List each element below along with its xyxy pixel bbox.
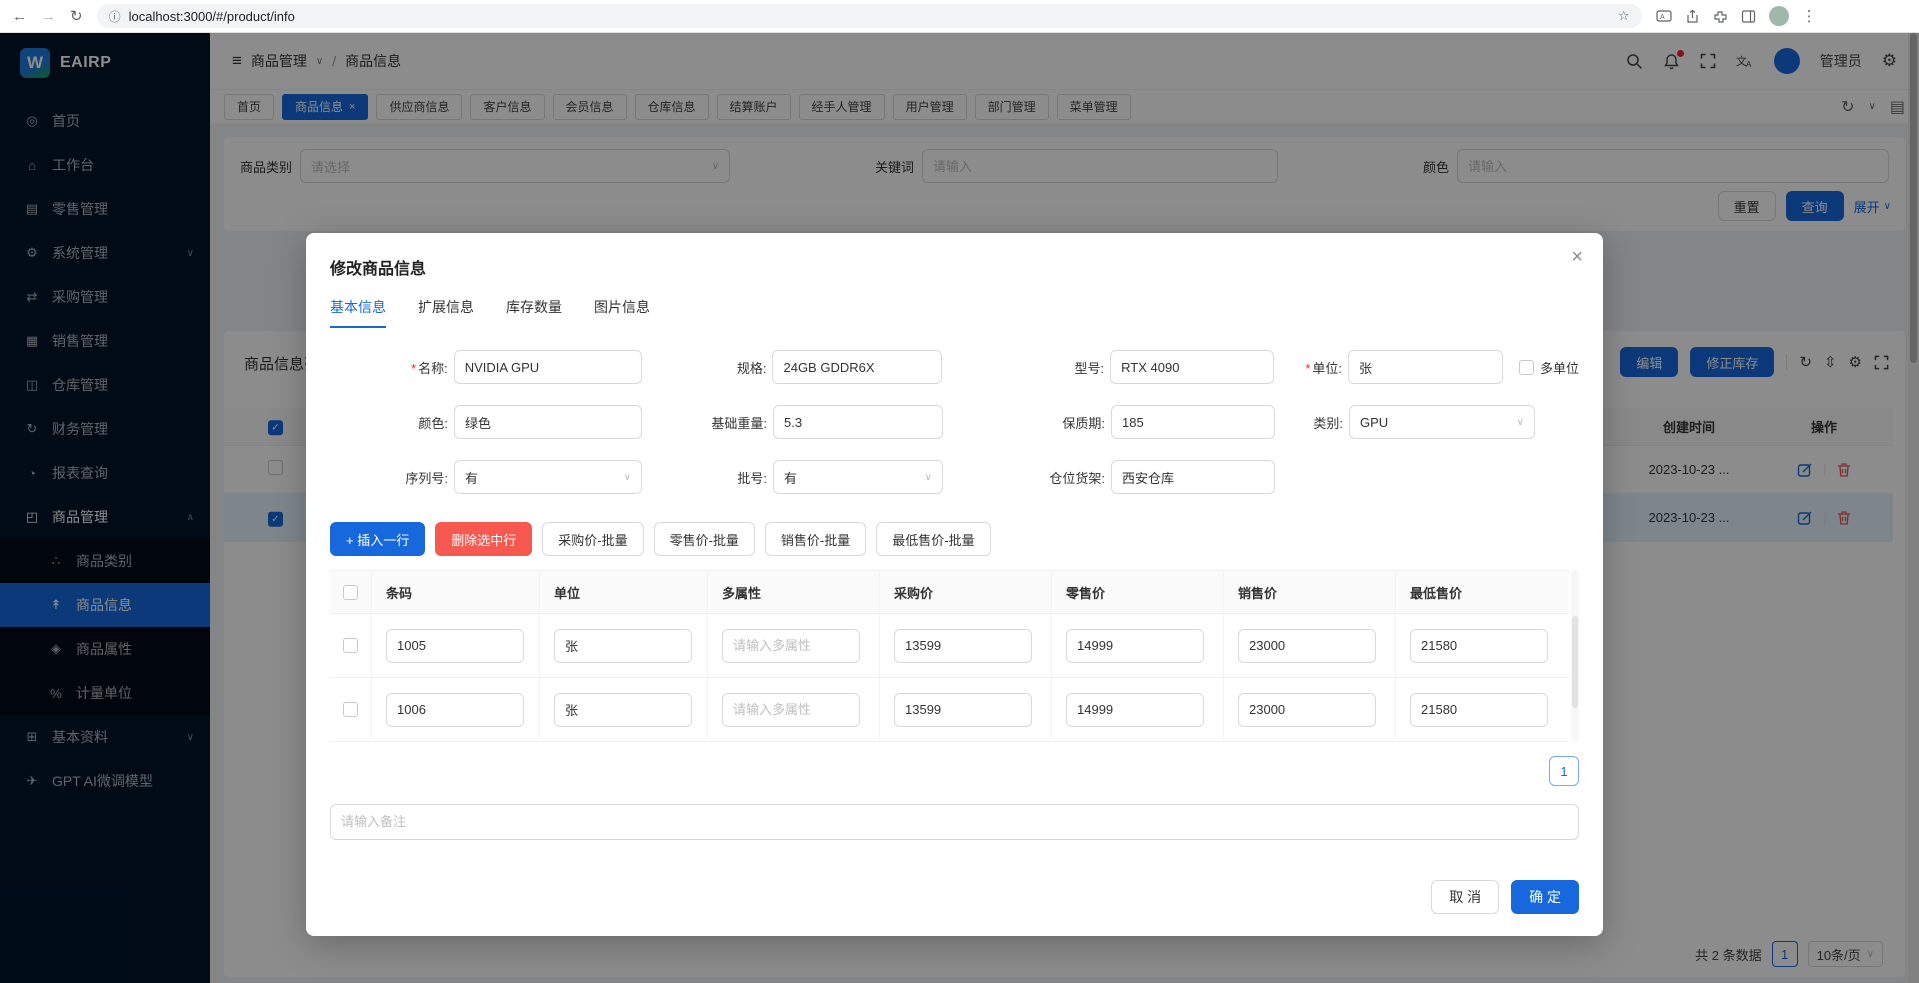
url-text: localhost:3000/#/product/info <box>129 9 295 24</box>
table-row <box>330 614 1569 678</box>
min-price-input[interactable] <box>1410 629 1548 663</box>
name-label: 名称: <box>418 361 448 376</box>
multi-attr-input[interactable] <box>722 693 860 727</box>
tab-basic-info[interactable]: 基本信息 <box>330 297 386 328</box>
sale-price-input[interactable] <box>1238 629 1376 663</box>
color-label: 颜色: <box>330 413 454 432</box>
table-row <box>330 678 1569 742</box>
color-input[interactable] <box>454 405 642 439</box>
serial-select[interactable]: 有∨ <box>454 460 642 494</box>
svg-text:A: A <box>1660 14 1665 21</box>
scrollbar-thumb[interactable] <box>1572 616 1578 708</box>
required-mark: * <box>411 361 416 376</box>
row-checkbox[interactable] <box>343 638 358 653</box>
weight-input[interactable] <box>773 405 943 439</box>
translate-icon[interactable]: A <box>1656 8 1672 24</box>
purchase-batch-button[interactable]: 采购价-批量 <box>542 522 643 556</box>
min-price-input[interactable] <box>1410 693 1548 727</box>
remark-textarea[interactable] <box>330 804 1579 840</box>
retail-price-input[interactable] <box>1066 693 1204 727</box>
spec-input[interactable] <box>772 350 942 384</box>
edit-product-modal: × 修改商品信息 基本信息 扩展信息 库存数量 图片信息 *名称: 规格: 型号… <box>306 233 1603 936</box>
multi-unit-checkbox[interactable] <box>1519 360 1534 375</box>
min-price-batch-button[interactable]: 最低售价-批量 <box>876 522 990 556</box>
tab-extended-info[interactable]: 扩展信息 <box>418 297 474 328</box>
table-scrollbar[interactable] <box>1571 570 1579 742</box>
modal-page-number-button[interactable]: 1 <box>1549 756 1579 786</box>
shelf-life-label: 保质期: <box>943 413 1111 432</box>
cancel-button[interactable]: 取 消 <box>1431 880 1499 914</box>
unit-input[interactable] <box>554 693 692 727</box>
delete-selected-button[interactable]: 删除选中行 <box>435 522 532 556</box>
barcode-input[interactable] <box>386 693 524 727</box>
chevron-down-icon: ∨ <box>925 472 932 483</box>
bookmark-star-icon[interactable]: ☆ <box>1618 8 1630 24</box>
category-select[interactable]: GPU∨ <box>1349 405 1535 439</box>
shelf-life-input[interactable] <box>1111 405 1275 439</box>
extensions-icon[interactable] <box>1713 9 1728 24</box>
insert-row-button[interactable]: + 插入一行 <box>330 522 425 556</box>
browser-reload-icon[interactable]: ↻ <box>70 7 83 25</box>
category-label: 类别: <box>1275 413 1349 432</box>
retail-batch-button[interactable]: 零售价-批量 <box>654 522 755 556</box>
address-bar[interactable]: ⓘ localhost:3000/#/product/info ☆ <box>97 4 1642 28</box>
purchase-column-header: 采购价 <box>880 571 1052 613</box>
site-info-icon[interactable]: ⓘ <box>109 8 121 25</box>
multi-attr-input[interactable] <box>722 629 860 663</box>
model-input[interactable] <box>1110 350 1274 384</box>
row-toolbar: + 插入一行 删除选中行 采购价-批量 零售价-批量 销售价-批量 最低售价-批… <box>330 522 1579 556</box>
sale-batch-button[interactable]: 销售价-批量 <box>765 522 866 556</box>
tab-stock-qty[interactable]: 库存数量 <box>506 297 562 328</box>
serial-label: 序列号: <box>330 468 454 487</box>
sale-column-header: 销售价 <box>1224 571 1396 613</box>
retail-column-header: 零售价 <box>1052 571 1224 613</box>
product-form: *名称: 规格: 型号: *单位: 多单位 颜色: 基础重量: 保质期: 类别:… <box>330 350 1579 494</box>
weight-label: 基础重量: <box>642 413 773 432</box>
unit-input[interactable] <box>1348 350 1503 384</box>
unit-label: 单位: <box>1312 361 1342 376</box>
attr-column-header: 多属性 <box>708 571 880 613</box>
batch-label: 批号: <box>642 468 773 487</box>
barcode-column-header: 条码 <box>372 571 540 613</box>
required-mark: * <box>1305 361 1310 376</box>
purchase-price-input[interactable] <box>894 693 1032 727</box>
spec-label: 规格: <box>642 358 773 377</box>
barcode-input[interactable] <box>386 629 524 663</box>
modal-close-icon[interactable]: × <box>1571 247 1583 267</box>
modal-title: 修改商品信息 <box>330 255 1579 279</box>
browser-profile-avatar[interactable] <box>1769 6 1789 26</box>
name-input[interactable] <box>454 350 642 384</box>
rack-input[interactable] <box>1111 460 1275 494</box>
side-panel-icon[interactable] <box>1741 9 1756 24</box>
tab-image-info[interactable]: 图片信息 <box>594 297 650 328</box>
purchase-price-input[interactable] <box>894 629 1032 663</box>
model-label: 型号: <box>942 358 1110 377</box>
min-price-column-header: 最低售价 <box>1396 571 1569 613</box>
browser-menu-dots-icon[interactable]: ⋮ <box>1802 7 1817 25</box>
sale-price-input[interactable] <box>1238 693 1376 727</box>
browser-back-icon[interactable]: ← <box>12 8 27 25</box>
unit-column-header: 单位 <box>540 571 708 613</box>
browser-toolbar: ← → ↻ ⓘ localhost:3000/#/product/info ☆ … <box>0 0 1919 33</box>
rack-label: 仓位货架: <box>943 468 1111 487</box>
retail-price-input[interactable] <box>1066 629 1204 663</box>
sku-table-header: 条码 单位 多属性 采购价 零售价 销售价 最低售价 <box>330 570 1569 614</box>
row-checkbox[interactable] <box>343 702 358 717</box>
ok-button[interactable]: 确 定 <box>1511 880 1579 914</box>
modal-tabs: 基本信息 扩展信息 库存数量 图片信息 <box>330 297 1579 328</box>
batch-select[interactable]: 有∨ <box>773 460 943 494</box>
unit-input[interactable] <box>554 629 692 663</box>
browser-forward-icon[interactable]: → <box>41 8 56 25</box>
multi-unit-label: 多单位 <box>1540 358 1579 377</box>
select-all-checkbox[interactable] <box>343 585 358 600</box>
sku-table: 条码 单位 多属性 采购价 零售价 销售价 最低售价 <box>330 570 1579 742</box>
chevron-down-icon: ∨ <box>1517 417 1524 428</box>
chevron-down-icon: ∨ <box>624 472 631 483</box>
share-icon[interactable] <box>1685 9 1700 24</box>
